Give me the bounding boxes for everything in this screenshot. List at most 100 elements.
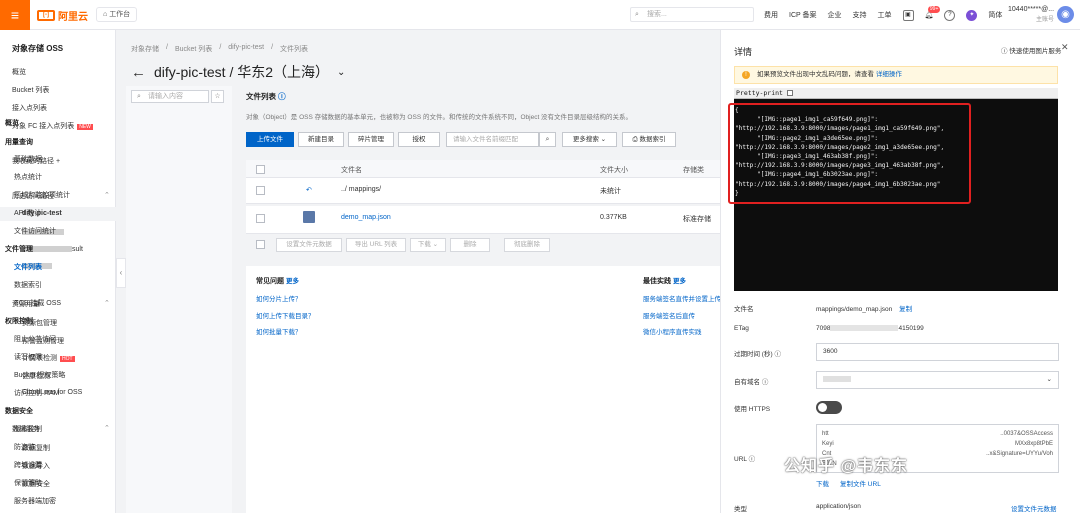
submenu-item[interactable]: 版本控制 [14, 424, 42, 434]
submenu-item[interactable]: API 统计 [14, 208, 41, 218]
sidebar-item-bucket-list[interactable]: Bucket 列表 [12, 85, 49, 95]
submenu-item[interactable]: 数据索引 [14, 280, 42, 290]
export-url-button[interactable]: 导出 URL 列表 [346, 238, 406, 252]
pretty-print-checkbox[interactable] [786, 90, 793, 96]
nav-enterprise[interactable]: 企业 [828, 10, 842, 20]
https-toggle[interactable] [816, 401, 842, 414]
domain-select[interactable]: ⌄ [816, 371, 1059, 389]
file-name[interactable]: ../ mappings/ [341, 186, 381, 193]
ai-assistant-icon[interactable]: ✦ [966, 9, 978, 21]
close-icon[interactable]: ✕ [1061, 42, 1069, 53]
menu-icon[interactable]: ≡ [0, 0, 30, 30]
table-row[interactable]: ↶ ../ mappings/ 未统计 [246, 178, 720, 204]
global-search-input[interactable]: ⌕ 搜索... [630, 7, 754, 22]
data-index-button[interactable]: ⎙ 数据索引 [622, 132, 676, 147]
best-practice-link[interactable]: 微信小程序直传实践 [643, 326, 702, 336]
faq-link[interactable]: 如何批量下载？ [256, 326, 302, 336]
expire-input[interactable]: 3600 [816, 343, 1059, 361]
nav-ticket[interactable]: 工单 [878, 10, 892, 20]
search-icon: ⌕ [137, 93, 141, 100]
faq-link[interactable]: 如何分片上传？ [256, 293, 302, 303]
authorize-button[interactable]: 授权 [398, 132, 440, 147]
aliyun-logo[interactable]: [-] 阿里云 [37, 8, 88, 23]
download-link[interactable]: 下载 [816, 478, 829, 488]
submenu-group-usage[interactable]: 用量查询 [5, 137, 33, 147]
copy-link[interactable]: 复制 [899, 306, 912, 313]
table-row[interactable]: demo_map.json 0.377KB 标准存储 [246, 206, 720, 234]
submenu-item[interactable]: 文件访问统计 [14, 226, 56, 236]
toggle-knob [818, 403, 827, 412]
column-header-name[interactable]: 文件名 [341, 165, 362, 175]
delete-button[interactable]: 删除 [450, 238, 490, 252]
alert-detail-link[interactable]: 详细操作 [876, 71, 902, 78]
row-checkbox[interactable] [256, 186, 265, 195]
chevron-down-icon[interactable]: ⌄ [337, 67, 345, 78]
notification-badge: 99+ [927, 6, 941, 13]
bulk-select-checkbox[interactable] [256, 240, 265, 249]
submenu-item[interactable]: 读写权限 [14, 352, 42, 362]
sidebar-collapse-button[interactable]: ‹ [116, 258, 126, 288]
search-icon[interactable]: ⌕ [539, 132, 556, 147]
breadcrumb-item[interactable]: dify-pic-test [228, 44, 264, 54]
select-all-checkbox[interactable] [256, 165, 265, 174]
upload-file-button[interactable]: 上传文件 [246, 132, 294, 147]
quick-image-service-link[interactable]: ⓘ 快速使用图片服务 [1001, 45, 1061, 55]
breadcrumb-item[interactable]: Bucket 列表 [175, 44, 212, 54]
submenu-item[interactable]: 保留策略 [14, 478, 42, 488]
image-icon[interactable]: ▣ [902, 9, 914, 21]
menu-filter-input[interactable]: ⌕ 请输入内容 [131, 90, 209, 103]
column-header-size[interactable]: 文件大小 [600, 165, 628, 175]
submenu-item[interactable]: Bucket 授权策略 [14, 370, 65, 380]
sidebar-item-overview[interactable]: 概览 [12, 67, 26, 77]
submenu-item[interactable]: 防盗链 [14, 442, 35, 452]
copy-url-link[interactable]: 复制文件 URL [840, 478, 881, 488]
file-search-input[interactable]: 请输入文件名前缀匹配 [446, 132, 539, 147]
submenu-item[interactable]: 热点统计 [14, 172, 42, 182]
more-search-button[interactable]: 更多搜索 ⌄ [562, 132, 617, 147]
download-button[interactable]: 下载 ⌄ [410, 238, 446, 252]
account-menu[interactable]: 10440*****@... 主账号 [1008, 5, 1054, 25]
question-icon[interactable]: ⓘ [762, 379, 769, 386]
row-checkbox[interactable] [256, 214, 265, 223]
avatar[interactable]: ◉ [1057, 6, 1074, 23]
set-metadata-button[interactable]: 设置文件元数据 [276, 238, 342, 252]
help-icon[interactable]: ⓘ [278, 92, 286, 101]
best-practice-link[interactable]: 服务端签名后直传 [643, 310, 695, 320]
submenu-group-files[interactable]: 文件管理 [5, 244, 33, 254]
permanent-delete-button[interactable]: 彻底删除 [504, 238, 550, 252]
submenu-item[interactable]: 阻止公共访问 [14, 334, 56, 344]
sidebar-item-access-points[interactable]: 接入点列表 [12, 103, 47, 113]
workbench-button[interactable]: ⌂ 工作台 [96, 7, 138, 22]
notification-icon[interactable]: 🔔︎ 99+ [925, 6, 941, 19]
submenu-item[interactable]: 区域和监控项统计 [14, 190, 70, 200]
set-metadata-link[interactable]: 设置文件元数据 [1011, 503, 1057, 513]
breadcrumb-item[interactable]: 对象存储 [131, 44, 159, 54]
back-arrow-icon[interactable]: ← [131, 64, 146, 81]
submenu-group-permissions[interactable]: 权限控制 [5, 316, 33, 326]
question-icon[interactable]: ⓘ [749, 456, 756, 463]
sidebar-item-fc-access-points[interactable]: 对象 FC 接入点列表 NEW [12, 121, 93, 131]
nav-support[interactable]: 支持 [853, 10, 867, 20]
submenu-item[interactable]: ECS 挂载 OSS [14, 298, 61, 308]
help-icon[interactable]: ? [944, 9, 956, 21]
submenu-item[interactable]: 服务器端加密 [14, 496, 56, 506]
faq-more-link[interactable]: 更多 [286, 278, 299, 285]
star-icon[interactable]: ☆ [211, 90, 224, 103]
nav-icp[interactable]: ICP 备案 [789, 10, 817, 20]
fragment-manage-button[interactable]: 碎片管理 [348, 132, 394, 147]
submenu-overview[interactable]: 概览 [5, 118, 19, 128]
faq-link[interactable]: 如何上传下载目录？ [256, 310, 315, 320]
nav-billing[interactable]: 费用 [764, 10, 778, 20]
submenu-item[interactable]: 访问控制 RAM [14, 388, 60, 398]
add-icon[interactable]: + [56, 158, 60, 165]
new-folder-button[interactable]: 新建目录 [298, 132, 344, 147]
submenu-item[interactable]: 跨域设置 [14, 460, 42, 470]
submenu-group-data-security[interactable]: 数据安全 [5, 406, 33, 416]
question-icon[interactable]: ⓘ [774, 351, 781, 358]
best-practice-more-link[interactable]: 更多 [673, 278, 686, 285]
file-name[interactable]: demo_map.json [341, 214, 391, 221]
submenu-item-file-list[interactable]: 文件列表 [14, 262, 42, 272]
column-header-class[interactable]: 存储类 [683, 165, 704, 175]
submenu-item[interactable]: 基础数据 [14, 154, 42, 164]
language-switch[interactable]: 简体 [988, 10, 1002, 20]
